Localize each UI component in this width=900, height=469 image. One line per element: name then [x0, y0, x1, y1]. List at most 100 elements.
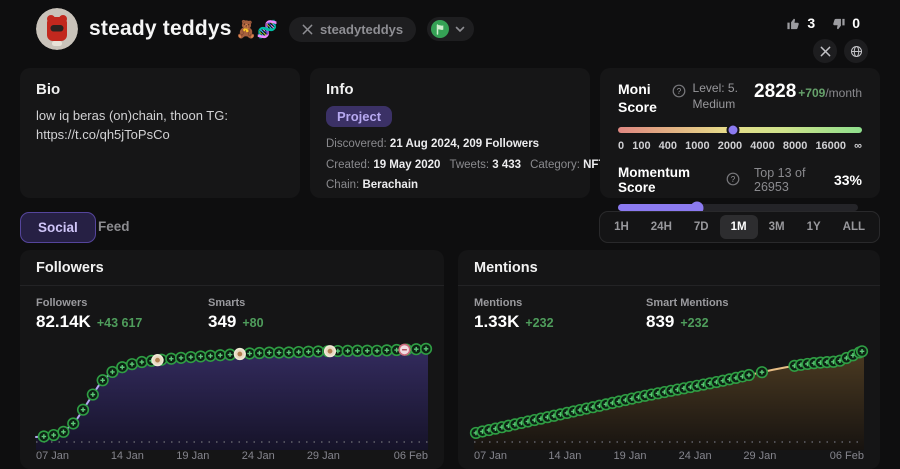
avatar	[36, 8, 78, 50]
smart-follow-marker	[254, 348, 265, 359]
smart-follow-marker	[78, 404, 89, 415]
smart-follow-marker	[744, 370, 755, 381]
thumbs-down-button[interactable]: 0	[831, 15, 860, 31]
thumbs-up-icon	[786, 16, 801, 31]
globe-icon	[850, 45, 863, 58]
x-axis-label: 29 Jan	[307, 450, 340, 462]
title-emoji: 🧸🧬	[236, 20, 278, 39]
followers-stats: Followers82.14K+43 617Smarts349+80	[20, 286, 444, 336]
mentions-x-axis: 07 Jan14 Jan19 Jan24 Jan29 Jan06 Feb	[458, 450, 880, 464]
followers-x-axis: 07 Jan14 Jan19 Jan24 Jan29 Jan06 Feb	[20, 450, 444, 464]
flag-badge-icon	[431, 20, 449, 38]
external-links	[813, 39, 868, 63]
x-logo-icon	[302, 24, 313, 35]
info-card: Info Project Discovered: 21 Aug 2024, 20…	[310, 68, 590, 198]
range-button-1h[interactable]: 1H	[603, 215, 640, 239]
smart-follow-marker	[48, 430, 59, 441]
mentions-card-title: Mentions	[458, 250, 880, 286]
smart-follow-marker	[39, 431, 50, 442]
chevron-down-icon	[455, 26, 465, 33]
range-button-all[interactable]: ALL	[832, 215, 876, 239]
smart-follow-marker	[68, 418, 79, 429]
smart-follow-marker	[176, 353, 187, 364]
svg-text:?: ?	[676, 87, 681, 96]
x-axis-label: 06 Feb	[394, 450, 428, 462]
range-button-7d[interactable]: 7D	[683, 215, 720, 239]
vote-controls: 3 0	[786, 15, 860, 31]
scale-tick-label: 2000	[718, 140, 742, 152]
mentions-card: Mentions Mentions1.33K+232Smart Mentions…	[458, 250, 880, 469]
chart-stat: Followers82.14K+43 617	[36, 297, 208, 332]
smart-follow-marker	[225, 349, 236, 360]
mentions-stats: Mentions1.33K+232Smart Mentions839+232	[458, 286, 880, 336]
range-button-1m[interactable]: 1M	[720, 215, 758, 239]
info-rows: Discovered: 21 Aug 2024, 209 FollowersCr…	[326, 134, 574, 196]
smart-follow-marker	[757, 367, 768, 378]
moni-score-card: Moni Score ? Level: 5. Medium 2828+709/m…	[600, 68, 880, 198]
unfollow-marker	[399, 344, 410, 355]
chart-stat: Smart Mentions839+232	[646, 297, 818, 332]
smart-follow-marker	[97, 375, 108, 386]
help-icon[interactable]: ?	[672, 84, 686, 103]
website-button[interactable]	[844, 39, 868, 63]
x-axis-label: 19 Jan	[613, 450, 646, 462]
bio-card: Bio low iq beras (on)chain, thoon TG: ht…	[20, 68, 300, 198]
followers-card-title: Followers	[20, 250, 444, 286]
smart-follow-marker	[107, 367, 118, 378]
info-row: Discovered: 21 Aug 2024, 209 Followers	[326, 134, 574, 155]
time-range-selector: 1H24H7D1M3M1YALL	[599, 211, 880, 243]
smart-follow-marker	[88, 389, 99, 400]
moni-scale: 0100400100020004000800016000∞	[618, 140, 862, 152]
thumbs-down-icon	[831, 16, 846, 31]
smart-follow-marker	[244, 348, 255, 359]
followers-card: Followers Followers82.14K+43 617Smarts34…	[20, 250, 444, 469]
x-handle-link[interactable]: steadyteddys	[289, 17, 416, 42]
range-button-24h[interactable]: 24H	[640, 215, 683, 239]
scale-tick-label: 4000	[750, 140, 774, 152]
smart-follow-marker	[421, 344, 432, 355]
x-axis-label: 06 Feb	[830, 450, 864, 462]
scale-tick-label: 400	[659, 140, 677, 152]
profile-header: steady teddys🧸🧬 steadyteddys	[36, 8, 474, 50]
x-axis-label: 07 Jan	[474, 450, 507, 462]
smart-follow-marker	[411, 344, 422, 355]
tab-feed[interactable]: Feed	[98, 219, 130, 234]
mentions-chart[interactable]	[458, 338, 880, 450]
scale-tick-label: 16000	[815, 140, 846, 152]
scale-tick-label: ∞	[854, 140, 862, 152]
scale-tick-label: 1000	[685, 140, 709, 152]
smart-follow-marker	[195, 351, 206, 362]
moni-score-slider	[618, 127, 862, 133]
smart-follow-marker	[117, 362, 128, 373]
moni-level: Level: 5. Medium	[693, 81, 754, 112]
avatar-marker	[235, 349, 246, 360]
range-button-1y[interactable]: 1Y	[796, 215, 832, 239]
scale-tick-label: 100	[632, 140, 650, 152]
range-button-3m[interactable]: 3M	[758, 215, 796, 239]
moni-slider-thumb	[726, 124, 739, 137]
smart-follow-marker	[857, 346, 868, 357]
tab-social[interactable]: Social	[20, 212, 96, 243]
x-profile-button[interactable]	[813, 39, 837, 63]
followers-chart[interactable]	[20, 338, 444, 450]
momentum-label: Momentum Score	[618, 165, 719, 195]
chart-stat: Smarts349+80	[208, 297, 380, 332]
x-axis-label: 14 Jan	[111, 450, 144, 462]
app-window: steady teddys🧸🧬 steadyteddys 3 0	[0, 0, 900, 469]
x-axis-label: 14 Jan	[548, 450, 581, 462]
avatar-marker	[152, 355, 163, 366]
smart-follow-marker	[137, 357, 148, 368]
smart-follow-marker	[215, 350, 226, 361]
smart-follow-marker	[166, 353, 177, 364]
scale-tick-label: 8000	[783, 140, 807, 152]
help-icon[interactable]: ?	[726, 172, 740, 189]
x-axis-label: 24 Jan	[242, 450, 275, 462]
page-title: steady teddys🧸🧬	[89, 17, 278, 41]
bio-title: Bio	[36, 81, 284, 98]
list-badge-dropdown[interactable]	[427, 17, 474, 41]
chart-stat: Mentions1.33K+232	[474, 297, 646, 332]
x-axis-label: 24 Jan	[679, 450, 712, 462]
thumbs-up-button[interactable]: 3	[786, 15, 815, 31]
momentum-rank: Top 13 of 26953	[754, 166, 834, 194]
x-axis-label: 07 Jan	[36, 450, 69, 462]
